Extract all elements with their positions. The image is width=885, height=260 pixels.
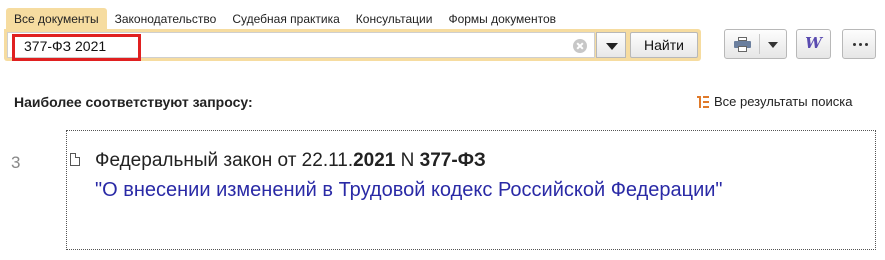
result-title-year: 2021 — [353, 150, 396, 171]
more-icon — [853, 43, 868, 46]
dropdown-arrow-icon — [606, 43, 618, 50]
export-word-button[interactable]: W — [796, 29, 831, 59]
tab-court-practice[interactable]: Судебная практика — [224, 8, 347, 29]
tab-consultations[interactable]: Консультации — [348, 8, 441, 29]
tab-legislation[interactable]: Законодательство — [107, 8, 225, 29]
chevron-down-icon[interactable] — [768, 42, 778, 48]
result-link[interactable]: "О внесении изменений в Трудовой кодекс … — [95, 176, 735, 204]
divider — [759, 34, 760, 54]
tab-document-forms[interactable]: Формы документов — [440, 8, 564, 29]
list-icon — [697, 95, 709, 108]
all-results-label: Все результаты поиска — [714, 94, 853, 109]
result-title: Федеральный закон от 22.11.2021 N 377-ФЗ — [95, 150, 486, 172]
clear-icon[interactable] — [573, 39, 587, 53]
search-history-dropdown[interactable] — [596, 32, 626, 58]
more-button[interactable] — [842, 29, 876, 59]
word-icon: W — [805, 34, 822, 52]
all-results-link[interactable]: Все результаты поиска — [697, 94, 852, 109]
search-input[interactable]: 377-ФЗ 2021 — [7, 32, 595, 61]
search-bar: 377-ФЗ 2021 Найти — [4, 29, 701, 61]
tab-all-documents[interactable]: Все документы — [6, 8, 107, 29]
result-number: 3 — [11, 153, 21, 172]
search-tabs: Все документы Законодательство Судебная … — [6, 7, 564, 29]
document-icon — [70, 153, 80, 166]
highlight-box — [12, 34, 141, 61]
result-title-number: 377-ФЗ — [419, 150, 486, 171]
print-button[interactable] — [724, 29, 787, 59]
result-title-prefix: Федеральный закон от 22.11. — [95, 150, 354, 171]
find-button[interactable]: Найти — [630, 32, 698, 58]
results-heading: Наиболее соответствуют запросу: — [14, 94, 253, 110]
result-title-mid: N — [395, 150, 420, 171]
printer-icon — [734, 37, 751, 52]
